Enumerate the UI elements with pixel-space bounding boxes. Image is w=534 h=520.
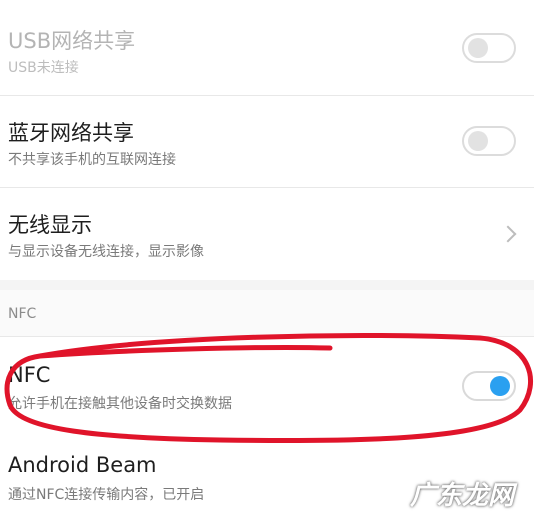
- nfc-row[interactable]: NFC 允许手机在接触其他设备时交换数据: [0, 336, 534, 433]
- nfc-section-header: NFC: [0, 290, 534, 336]
- toggle-knob: [490, 376, 510, 396]
- toggle-knob: [468, 131, 488, 151]
- nfc-toggle[interactable]: [462, 371, 516, 401]
- usb-tether-row[interactable]: USB网络共享 USB未连接: [0, 0, 534, 96]
- usb-tether-title: USB网络共享: [8, 29, 136, 53]
- usb-tether-toggle[interactable]: [462, 33, 516, 63]
- wireless-display-row[interactable]: 无线显示 与显示设备无线连接，显示影像: [0, 188, 534, 280]
- wireless-display-title: 无线显示: [8, 213, 92, 237]
- bluetooth-tether-toggle[interactable]: [462, 126, 516, 156]
- wireless-display-subtitle: 与显示设备无线连接，显示影像: [8, 244, 204, 260]
- chevron-right-icon: [499, 225, 517, 243]
- usb-tether-subtitle: USB未连接: [8, 60, 79, 76]
- nfc-title: NFC: [8, 363, 51, 387]
- section-header-label: NFC: [8, 306, 37, 322]
- nfc-subtitle: 允许手机在接触其他设备时交换数据: [8, 396, 232, 412]
- bluetooth-tether-subtitle: 不共享该手机的互联网连接: [8, 152, 176, 168]
- toggle-knob: [468, 38, 488, 58]
- android-beam-subtitle: 通过NFC连接传输内容，已开启: [8, 487, 205, 503]
- watermark-logo: 广东龙网: [409, 481, 514, 511]
- android-beam-title: Android Beam: [8, 453, 157, 477]
- bluetooth-tether-title: 蓝牙网络共享: [8, 121, 134, 145]
- bluetooth-tether-row[interactable]: 蓝牙网络共享 不共享该手机的互联网连接: [0, 96, 534, 188]
